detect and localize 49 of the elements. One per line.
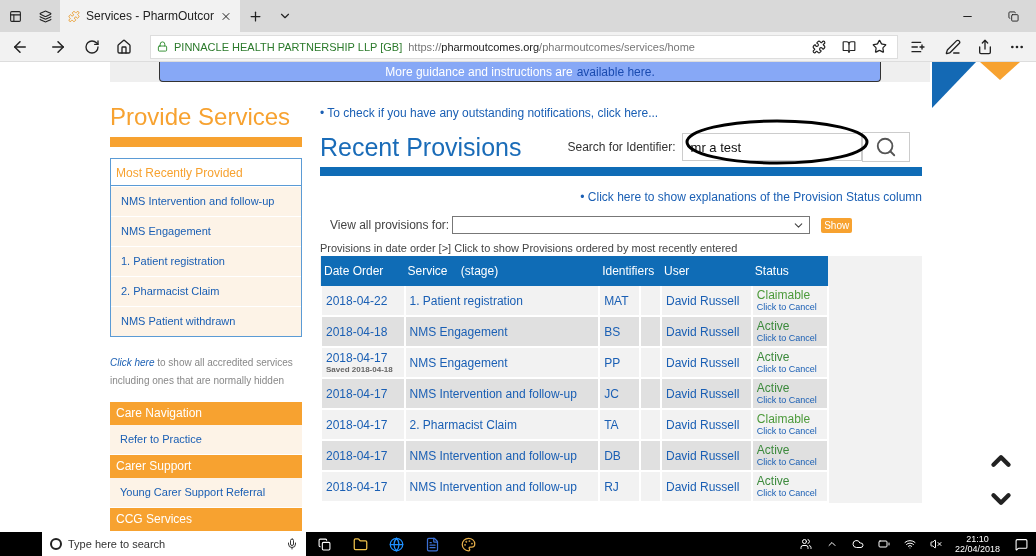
identifier-cell: RJ <box>599 471 640 502</box>
service-link[interactable]: Young Carer Support Referral <box>110 478 302 507</box>
date-cell: 2018-04-17 <box>321 471 405 502</box>
column-header[interactable]: Status <box>751 256 828 286</box>
search-icon <box>874 136 897 158</box>
cancel-link[interactable]: Click to Cancel <box>756 364 824 374</box>
service-cell[interactable]: NMS Intervention and follow-up <box>404 471 600 502</box>
site-identity: PINNACLE HEALTH PARTNERSHIP LLP [GB] <box>174 40 403 53</box>
banner-text: More guidance and instructions are <box>385 64 573 79</box>
show-all-link[interactable]: Click here <box>110 357 155 368</box>
cancel-link[interactable]: Click to Cancel <box>756 426 824 436</box>
search-button[interactable] <box>861 132 910 162</box>
cancel-link[interactable]: Click to Cancel <box>756 395 824 405</box>
cancel-link[interactable]: Click to Cancel <box>756 457 824 467</box>
service-link[interactable]: NMS Intervention and follow-up <box>111 186 301 216</box>
search-placeholder: Type here to search <box>68 538 167 550</box>
cortana-icon <box>50 538 62 550</box>
cancel-link[interactable]: Click to Cancel <box>756 488 824 498</box>
explanations-link[interactable]: • Click here to show explanations of the Provision Status column <box>580 190 922 204</box>
cancel-link[interactable]: Click to Cancel <box>756 302 824 312</box>
banner-link[interactable]: available here. <box>576 64 655 79</box>
service-link[interactable]: NMS Engagement <box>111 216 301 246</box>
search-label: Search for Identifier: <box>567 140 676 154</box>
service-link[interactable]: Refer to Practice <box>110 425 302 454</box>
sidebar-title: Provide Services <box>110 103 292 132</box>
provider-dropdown[interactable] <box>452 216 811 234</box>
clock[interactable]: 21:10 22/04/2018 <box>954 534 1000 554</box>
column-header[interactable]: Date Order <box>321 256 405 286</box>
tab-title: Services - PharmOutcor <box>85 9 214 23</box>
url-text: https://pharmoutcomes.org/pharmoutcomes/services/home <box>408 40 695 53</box>
user-cell: David Russell <box>660 471 752 502</box>
service-link[interactable]: 2. Pharmacist Claim <box>111 276 301 306</box>
service-link[interactable]: 1. Patient registration <box>111 246 301 276</box>
lock-icon <box>157 41 168 52</box>
order-note: Provisions in date order [>] Click to show Provisions ordered by most recently entered <box>320 242 739 254</box>
notifications-link[interactable]: • To check if you have any outstanding notifications, click here... <box>320 106 922 120</box>
filter-label: View all provisions for: <box>330 218 450 232</box>
column-header[interactable]: Service (stage) <box>404 256 600 286</box>
address-field[interactable]: PINNACLE HEALTH PARTNERSHIP LLP [GB] https://pharmoutcomes.org/pharmoutcomes/services/home <box>150 34 898 59</box>
browser-tab[interactable]: Services - PharmOutcor <box>60 0 240 32</box>
column-header[interactable]: Identifiers <box>599 256 661 286</box>
status-cell: Active Click to Cancel <box>751 471 828 502</box>
taskbar-search[interactable]: Type here to search <box>42 532 306 556</box>
service-link[interactable]: NMS Patient withdrawn <box>111 306 301 336</box>
mic-icon[interactable] <box>286 538 298 550</box>
cancel-link[interactable]: Click to Cancel <box>756 333 824 343</box>
column-header[interactable]: User <box>660 256 752 286</box>
show-all-note: Click here to show all accredited services including ones that are normally hidden <box>110 356 294 388</box>
page-title: Recent Provisions <box>320 132 522 162</box>
